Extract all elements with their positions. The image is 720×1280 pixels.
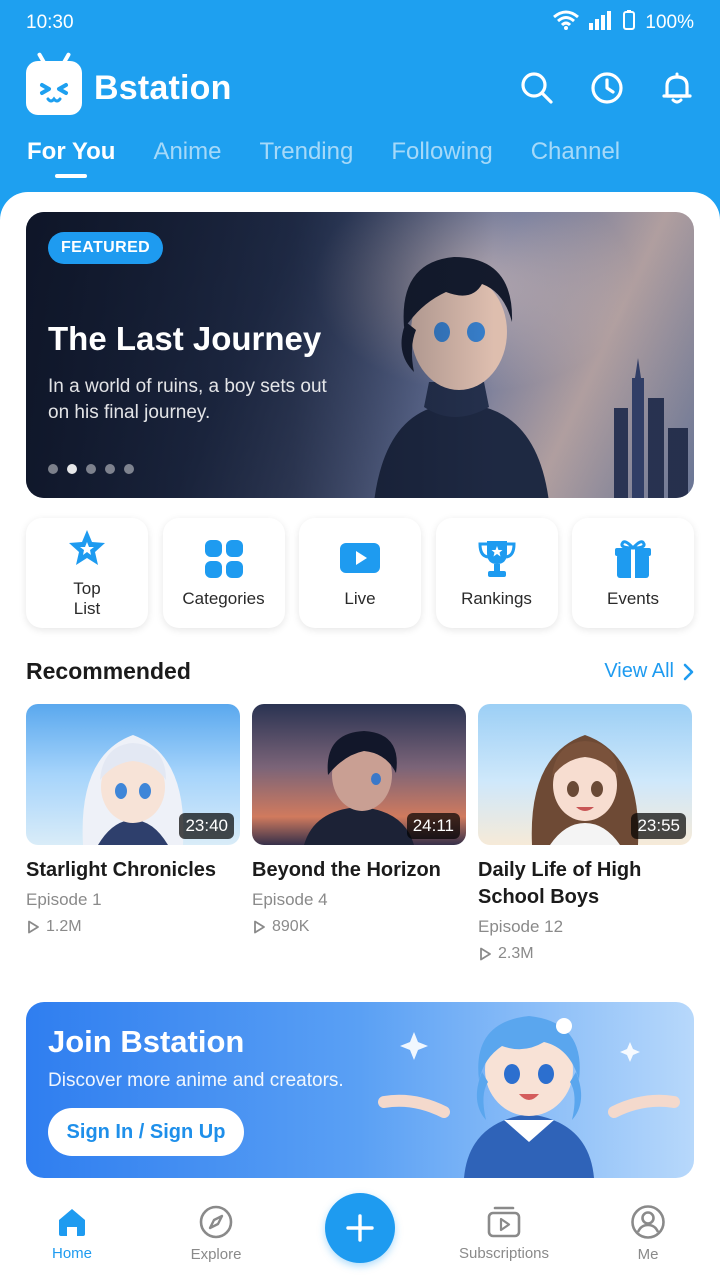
play-outline-icon [254, 920, 265, 934]
video-view-count: 890K [272, 918, 310, 935]
search-icon[interactable] [520, 71, 554, 105]
carousel-dot[interactable] [105, 464, 115, 474]
quick-link-label: Categories [182, 589, 265, 608]
status-time: 10:30 [26, 12, 74, 33]
tab-following[interactable]: Following [391, 138, 492, 178]
video-views: 890K [252, 918, 466, 936]
video-thumbnail[interactable]: 24:11 [252, 704, 466, 845]
video-view-count: 1.2M [46, 918, 82, 935]
app-header: 10:30 100% Bstation For You Anime Trendi… [0, 0, 720, 200]
quick-link-live[interactable]: Live [299, 518, 421, 628]
quick-link-label: Top List [73, 579, 101, 618]
trophy-icon [475, 537, 519, 581]
gift-icon [611, 537, 655, 581]
quick-links: Top List Categories Live Rankings Events [26, 518, 694, 628]
quick-link-label: Rankings [461, 589, 532, 608]
play-outline-icon [28, 920, 39, 934]
compass-icon [199, 1205, 233, 1238]
play-screen-icon [338, 537, 382, 581]
nav-explore[interactable]: Explore [156, 1204, 276, 1263]
status-indicators: 100% [553, 10, 694, 36]
profile-icon [631, 1204, 665, 1239]
video-title[interactable]: Beyond the Horizon [252, 857, 466, 884]
video-title[interactable]: Starlight Chronicles [26, 857, 240, 884]
nav-label: Me [637, 1245, 659, 1263]
tab-channel[interactable]: Channel [531, 138, 620, 178]
recommended-header: Recommended View All [26, 658, 694, 685]
video-thumbnail[interactable]: 23:40 [26, 704, 240, 845]
join-banner: Join Bstation Discover more anime and cr… [26, 1002, 694, 1178]
chevron-right-icon [683, 663, 694, 680]
video-duration: 24:11 [406, 813, 460, 839]
carousel-dot-active[interactable] [67, 464, 77, 474]
play-outline-icon [480, 947, 491, 961]
video-card[interactable]: 23:55 Daily Life of High School Boys Epi… [478, 704, 692, 963]
signal-icon [589, 10, 613, 36]
featured-badge: FEATURED [48, 232, 164, 264]
grid-icon [202, 537, 246, 581]
video-episode: Episode 1 [26, 890, 102, 909]
quick-link-label: Events [607, 589, 659, 608]
nav-home[interactable]: Home [12, 1205, 132, 1262]
video-card[interactable]: 24:11 Beyond the Horizon Episode 4 890K [252, 704, 466, 963]
home-icon [59, 1208, 85, 1236]
quick-link-categories[interactable]: Categories [162, 518, 285, 628]
video-duration: 23:40 [179, 813, 234, 839]
mascot-girl-illustration [378, 1016, 680, 1178]
nav-label: Subscriptions [458, 1244, 550, 1262]
nav-me[interactable]: Me [588, 1204, 708, 1263]
quick-link-label: Live [344, 589, 376, 608]
quick-link-top-list[interactable]: Top List [26, 518, 148, 628]
battery-level: 100% [645, 12, 694, 33]
video-episode: Episode 12 [478, 917, 564, 936]
quick-link-rankings[interactable]: Rankings [435, 518, 558, 628]
wifi-icon [553, 10, 580, 36]
carousel-dot[interactable] [124, 464, 134, 474]
tab-trending[interactable]: Trending [259, 138, 353, 178]
join-title: Join Bstation [48, 1024, 245, 1059]
nav-create[interactable] [300, 1193, 420, 1263]
history-clock-icon[interactable] [590, 71, 624, 105]
battery-icon [623, 10, 636, 36]
carousel-dots [48, 464, 134, 474]
bstation-logo-icon [26, 61, 82, 115]
app-name: Bstation [94, 68, 232, 107]
quick-link-events[interactable]: Events [572, 518, 694, 628]
subscriptions-icon [487, 1206, 521, 1237]
nav-label: Explore [190, 1245, 242, 1263]
featured-subtitle: In a world of ruins, a boy sets out on h… [48, 376, 327, 423]
video-view-count: 2.3M [498, 945, 534, 962]
section-title: Recommended [26, 658, 191, 684]
tab-anime[interactable]: Anime [153, 138, 221, 178]
bell-icon[interactable] [660, 71, 694, 105]
category-tabs: For You Anime Trending Following Channel [27, 138, 620, 178]
status-bar: 10:30 100% [0, 0, 720, 46]
featured-title: The Last Journey [48, 320, 322, 357]
video-title[interactable]: Daily Life of High School Boys [478, 857, 692, 911]
nav-subscriptions[interactable]: Subscriptions [444, 1205, 564, 1262]
video-views: 2.3M [478, 945, 692, 963]
bottom-nav: Home Explore Subscriptions Me [0, 1186, 720, 1280]
header-actions [520, 71, 694, 105]
carousel-dot[interactable] [86, 464, 96, 474]
video-card[interactable]: 23:40 Starlight Chronicles Episode 1 1.2… [26, 704, 240, 963]
featured-banner[interactable]: FEATURED The Last Journey In a world of … [26, 212, 694, 498]
sign-in-button[interactable]: Sign In / Sign Up [48, 1108, 244, 1156]
tab-for-you[interactable]: For You [27, 138, 115, 178]
brand[interactable]: Bstation [26, 61, 232, 115]
video-duration: 23:55 [631, 813, 686, 839]
video-thumbnail[interactable]: 23:55 [478, 704, 692, 845]
main-content: FEATURED The Last Journey In a world of … [0, 192, 720, 1280]
view-all-label: View All [604, 660, 674, 682]
plus-icon[interactable] [325, 1193, 395, 1263]
nav-label: Home [51, 1244, 92, 1262]
video-views: 1.2M [26, 918, 240, 936]
carousel-dot[interactable] [48, 464, 58, 474]
brand-row: Bstation [26, 58, 694, 118]
view-all-link[interactable]: View All [604, 660, 694, 683]
recommended-list: 23:40 Starlight Chronicles Episode 1 1.2… [26, 704, 694, 963]
join-subtitle: Discover more anime and creators. [48, 1070, 344, 1091]
video-episode: Episode 4 [252, 890, 328, 909]
star-badge-icon [65, 527, 109, 571]
